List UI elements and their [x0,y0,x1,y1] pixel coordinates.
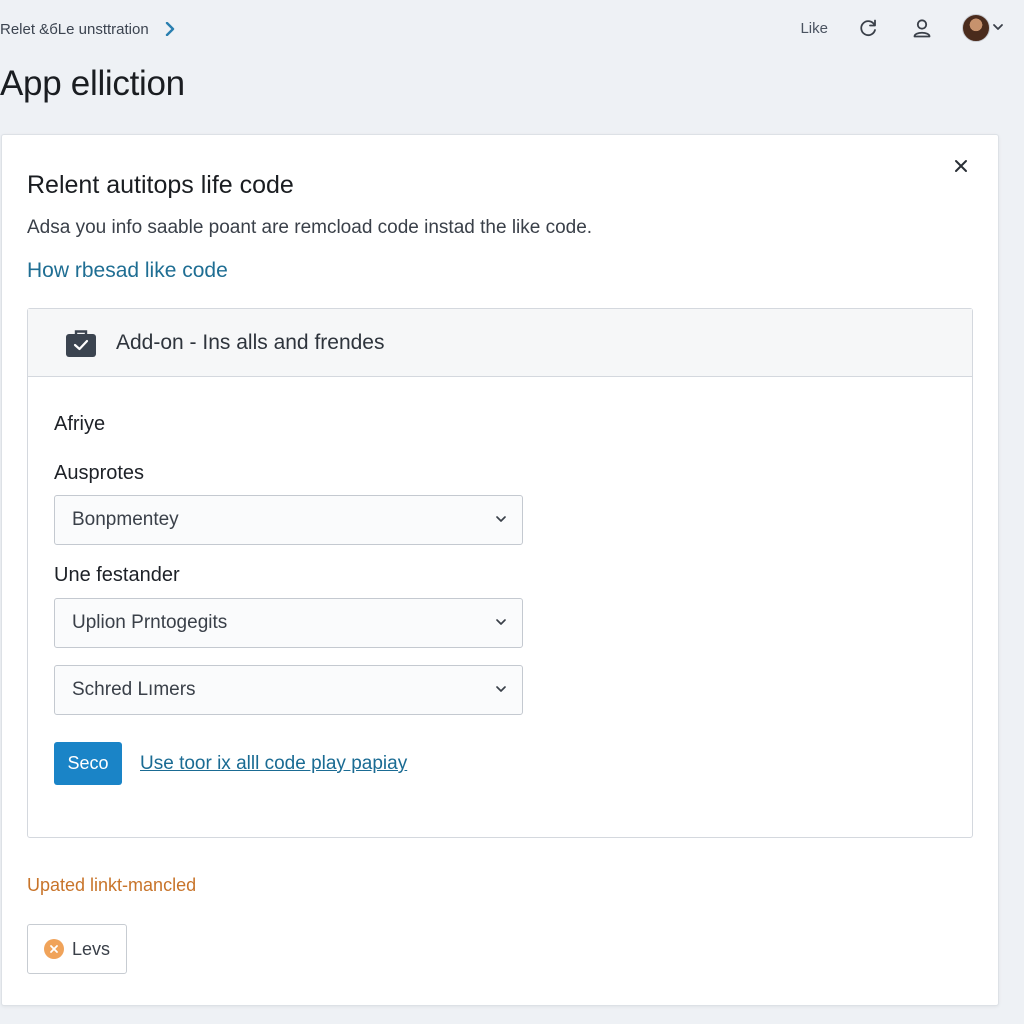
chevron-down-icon [494,512,508,526]
account-menu[interactable] [962,14,1004,42]
dialog-title: Relent autitops life code [27,171,294,199]
chevron-down-icon [494,615,508,629]
chevron-right-icon[interactable] [161,20,179,38]
like-link[interactable]: Like [800,20,828,37]
user-icon[interactable] [908,14,936,42]
addon-panel: Add-on - Ins alls and frendes Afriye Aus… [27,308,973,838]
section-title: Afriye [54,413,106,435]
panel-header-text: Add-on - Ins alls and frendes [116,330,385,354]
levs-button[interactable]: Levs [27,924,127,974]
close-icon[interactable] [950,155,972,177]
top-bar: Relet &бLe unsttration Like [0,0,1024,60]
field3-select[interactable]: Schred Lımers [54,665,523,715]
help-link[interactable]: How rbesad like code [27,259,228,283]
dialog-card: Relent autitops life code Adsa you info … [1,134,999,1006]
seco-button[interactable]: Seco [54,742,122,785]
field3-value: Schred Lımers [72,679,196,700]
field2-select[interactable]: Uplion Prntogegits [54,598,523,648]
field1-select[interactable]: Bonpmentey [54,495,523,545]
briefcase-check-icon [64,326,98,360]
breadcrumb-item[interactable]: Relet &бLe unsttration [0,21,149,38]
dialog-description: Adsa you info saable poant are remcload … [27,217,593,238]
status-text: Upated linkt-mancled [27,875,197,895]
field2-label: Une festander [54,564,180,586]
levs-button-label: Levs [71,938,111,959]
header-actions: Like [800,14,1004,42]
field2-value: Uplion Prntogegits [72,612,228,633]
field1-value: Bonpmentey [72,509,179,530]
use-tool-link[interactable]: Use toor ix alll code play papiay [140,753,407,775]
chevron-down-icon [992,19,1004,37]
breadcrumb: Relet &бLe unsttration [0,20,179,38]
page-title: App elliction [0,64,185,103]
chevron-down-icon [494,682,508,696]
avatar [962,14,990,42]
close-circle-icon [43,939,64,959]
refresh-icon[interactable] [854,14,882,42]
panel-header: Add-on - Ins alls and frendes [28,309,972,377]
field1-label: Ausprotes [54,462,145,484]
